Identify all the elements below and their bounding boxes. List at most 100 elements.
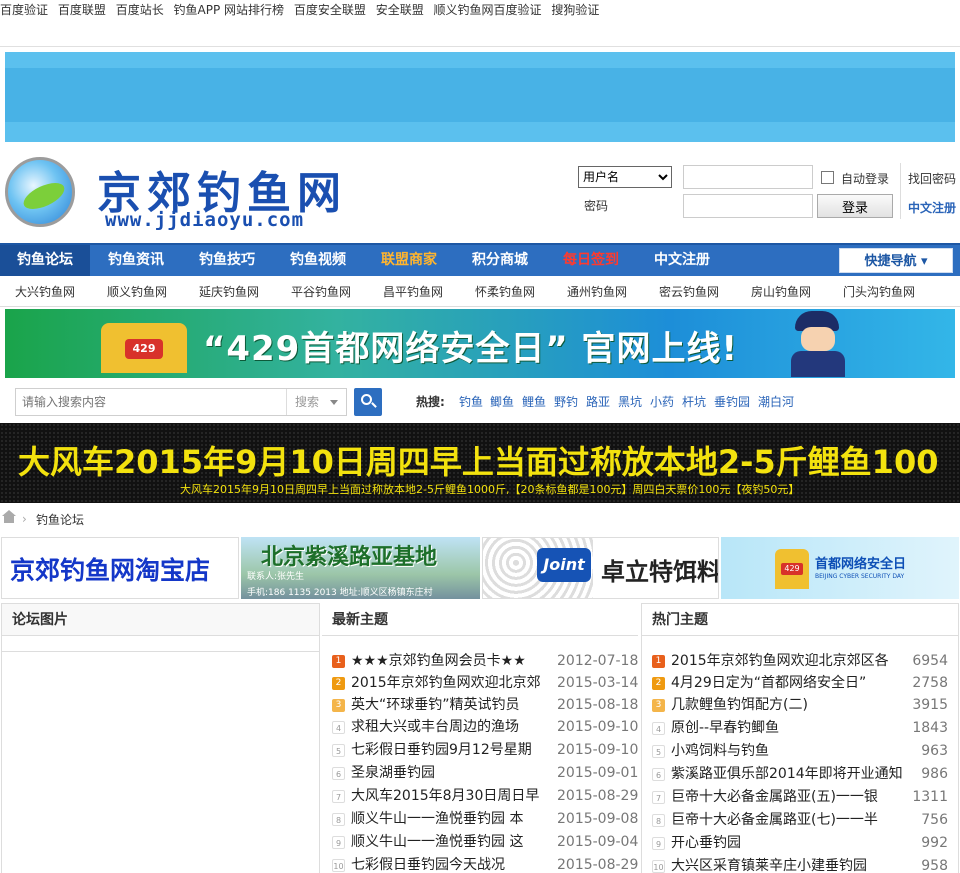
- list-item[interactable]: 6 圣泉湖垂钓园 2015-09-01: [332, 762, 638, 784]
- nav-item-merchants[interactable]: 联盟商家: [364, 245, 454, 276]
- register-link[interactable]: 中文注册: [908, 199, 956, 216]
- hot-word[interactable]: 黑坑: [618, 393, 642, 410]
- quick-nav-button[interactable]: 快捷导航 ▾: [839, 248, 953, 273]
- list-item[interactable]: 1 2015年京郊钓鱼网欢迎北京郊区各 6954: [652, 650, 948, 672]
- list-item[interactable]: 9 开心垂钓园 992: [652, 832, 948, 854]
- top-link-baidu-union[interactable]: 百度联盟: [58, 3, 106, 17]
- list-item[interactable]: 6 紫溪路亚俱乐部2014年即将开业通知 986: [652, 763, 948, 785]
- hot-word[interactable]: 野钓: [554, 393, 578, 410]
- topic-title[interactable]: 开心垂钓园: [671, 832, 915, 854]
- top-link-baidu-webmaster[interactable]: 百度站长: [116, 3, 164, 17]
- topic-title[interactable]: 英大“环球垂钓”精英试钓员: [351, 694, 551, 716]
- home-icon[interactable]: [2, 510, 16, 524]
- hot-word[interactable]: 鲫鱼: [490, 393, 514, 410]
- site-logo[interactable]: 京郊钓鱼网 www.jjdiaoyu.com: [5, 157, 405, 231]
- topic-title[interactable]: 2015年京郊钓鱼网欢迎北京郊: [351, 672, 551, 694]
- list-item[interactable]: 3 英大“环球垂钓”精英试钓员 2015-08-18: [332, 694, 638, 716]
- list-item[interactable]: 3 几款鲤鱼钓饵配方(二) 3915: [652, 694, 948, 716]
- ad-taobao-store[interactable]: 京郊钓鱼网淘宝店: [1, 537, 239, 599]
- search-button[interactable]: [354, 388, 382, 416]
- nav-item-forum[interactable]: 钓鱼论坛: [0, 245, 90, 276]
- hot-search-label: 热搜:: [416, 395, 445, 409]
- list-item[interactable]: 5 小鸡饲料与钓鱼 963: [652, 740, 948, 762]
- list-item[interactable]: 7 巨帝十大必备金属路亚(五)一一银 1311: [652, 786, 948, 808]
- nav-item-points-mall[interactable]: 积分商城: [455, 245, 545, 276]
- topic-title[interactable]: 巨帝十大必备金属路亚(七)一一半: [671, 809, 915, 831]
- search-type-dropdown[interactable]: 搜索: [286, 389, 346, 415]
- nav-item-daily-checkin[interactable]: 每日签到: [546, 245, 636, 276]
- led-announcement[interactable]: 大风车2015年9月10日周四早上当面过称放本地2-5斤鲤鱼100 大风车201…: [0, 423, 960, 503]
- hot-word[interactable]: 钓鱼: [459, 393, 483, 410]
- hot-word[interactable]: 小药: [650, 393, 674, 410]
- list-item[interactable]: 10 七彩假日垂钓园今天战况 2015-08-29: [332, 854, 638, 873]
- ad-joint-bait[interactable]: Joint 卓立特饵料: [482, 537, 719, 599]
- top-link-baidu-verify[interactable]: 百度验证: [0, 3, 48, 17]
- hot-word[interactable]: 垂钓园: [714, 393, 750, 410]
- nav-item-news[interactable]: 钓鱼资讯: [91, 245, 181, 276]
- topic-title[interactable]: 顺义牛山一一渔悦垂钓园 本: [351, 808, 551, 830]
- forgot-password-link[interactable]: 找回密码: [908, 170, 956, 187]
- username-input[interactable]: [683, 165, 813, 189]
- hot-word[interactable]: 杆坑: [682, 393, 706, 410]
- top-link-app-ranking[interactable]: 钓鱼APP 网站排行榜: [174, 3, 285, 17]
- list-item[interactable]: 1 ★★★京郊钓鱼网会员卡★★ 2012-07-18: [332, 650, 638, 672]
- password-input[interactable]: [683, 194, 813, 218]
- subnav-shunyi[interactable]: 顺义钓鱼网: [107, 283, 167, 300]
- topic-title[interactable]: 圣泉湖垂钓园: [351, 762, 551, 784]
- topic-title[interactable]: 几款鲤鱼钓饵配方(二): [671, 694, 915, 716]
- topic-title[interactable]: 4月29日定为“首都网络安全日”: [671, 672, 915, 694]
- ad-ziyue-phone: 手机:186 1135 2013 地址:顺义区杨镇东庄村: [247, 588, 433, 598]
- list-item[interactable]: 2 2015年京郊钓鱼网欢迎北京郊 2015-03-14: [332, 672, 638, 694]
- topic-title[interactable]: 七彩假日垂钓园今天战况: [351, 854, 551, 873]
- topic-title[interactable]: 大风车2015年8月30日周日早: [351, 785, 551, 807]
- subnav-mentougou[interactable]: 门头沟钓鱼网: [843, 283, 915, 300]
- topic-title[interactable]: 2015年京郊钓鱼网欢迎北京郊区各: [671, 650, 915, 672]
- ad-ziyue-lure-base[interactable]: 北京紫溪路亚基地 联系人:张先生 手机:186 1135 2013 地址:顺义区…: [241, 537, 480, 599]
- top-link-baidu-security[interactable]: 百度安全联盟: [294, 3, 366, 17]
- top-link-security-union[interactable]: 安全联盟: [376, 3, 424, 17]
- topic-title[interactable]: 原创--早春钓鲫鱼: [671, 717, 915, 739]
- nav-item-register[interactable]: 中文注册: [637, 245, 727, 276]
- topic-title[interactable]: 求租大兴或丰台周边的渔场: [351, 716, 551, 738]
- topic-title[interactable]: 顺义牛山一一渔悦垂钓园 这: [351, 831, 551, 853]
- hot-word[interactable]: 潮白河: [758, 393, 794, 410]
- topic-title[interactable]: 紫溪路亚俱乐部2014年即将开业通知: [671, 763, 915, 785]
- nav-item-video[interactable]: 钓鱼视频: [273, 245, 363, 276]
- top-link-shunyi-verify[interactable]: 顺义钓鱼网百度验证: [434, 3, 542, 17]
- list-item[interactable]: 2 4月29日定为“首都网络安全日” 2758: [652, 672, 948, 694]
- auto-login-checkbox[interactable]: [821, 171, 834, 184]
- top-link-sogou-verify[interactable]: 搜狗验证: [551, 3, 599, 17]
- topic-title[interactable]: ★★★京郊钓鱼网会员卡★★: [351, 650, 551, 672]
- list-item[interactable]: 7 大风车2015年8月30日周日早 2015-08-29: [332, 785, 638, 807]
- list-item[interactable]: 4 求租大兴或丰台周边的渔场 2015-09-10: [332, 716, 638, 738]
- subnav-daxing[interactable]: 大兴钓鱼网: [15, 283, 75, 300]
- cyber-security-day-banner[interactable]: 429 “429首都网络安全日” 官网上线!: [5, 309, 955, 378]
- topic-title[interactable]: 巨帝十大必备金属路亚(五)一一银: [671, 786, 915, 808]
- list-item[interactable]: 8 巨帝十大必备金属路亚(七)一一半 756: [652, 809, 948, 831]
- breadcrumb-current[interactable]: 钓鱼论坛: [36, 511, 84, 528]
- list-item[interactable]: 5 七彩假日垂钓园9月12号星期 2015-09-10: [332, 739, 638, 761]
- subnav-yanqing[interactable]: 延庆钓鱼网: [199, 283, 259, 300]
- login-button[interactable]: 登录: [817, 194, 893, 218]
- hot-word[interactable]: 路亚: [586, 393, 610, 410]
- list-item[interactable]: 8 顺义牛山一一渔悦垂钓园 本 2015-09-08: [332, 808, 638, 830]
- list-item[interactable]: 10 大兴区采育镇莱辛庄小建垂钓园 958: [652, 855, 948, 873]
- subnav-tongzhou[interactable]: 通州钓鱼网: [567, 283, 627, 300]
- hot-word[interactable]: 鲤鱼: [522, 393, 546, 410]
- subnav-pinggu[interactable]: 平谷钓鱼网: [291, 283, 351, 300]
- search-input[interactable]: [16, 389, 286, 415]
- nav-item-tips[interactable]: 钓鱼技巧: [182, 245, 272, 276]
- ad-cyber-security-day[interactable]: 429 首都网络安全日 BEIJING CYBER SECURITY DAY: [721, 537, 959, 599]
- list-item[interactable]: 9 顺义牛山一一渔悦垂钓园 这 2015-09-04: [332, 831, 638, 853]
- topic-title[interactable]: 大兴区采育镇莱辛庄小建垂钓园: [671, 855, 915, 873]
- top-banner-ad[interactable]: [5, 52, 955, 142]
- subnav-huairou[interactable]: 怀柔钓鱼网: [475, 283, 535, 300]
- subnav-miyun[interactable]: 密云钓鱼网: [659, 283, 719, 300]
- topic-title[interactable]: 七彩假日垂钓园9月12号星期: [351, 739, 551, 761]
- list-item[interactable]: 4 原创--早春钓鲫鱼 1843: [652, 717, 948, 739]
- subnav-changping[interactable]: 昌平钓鱼网: [383, 283, 443, 300]
- subnav-fangshan[interactable]: 房山钓鱼网: [751, 283, 811, 300]
- username-type-select[interactable]: 用户名: [578, 166, 672, 188]
- topic-title[interactable]: 小鸡饲料与钓鱼: [671, 740, 915, 762]
- main-nav: 钓鱼论坛 钓鱼资讯 钓鱼技巧 钓鱼视频 联盟商家 积分商城 每日签到 中文注册 …: [0, 243, 960, 276]
